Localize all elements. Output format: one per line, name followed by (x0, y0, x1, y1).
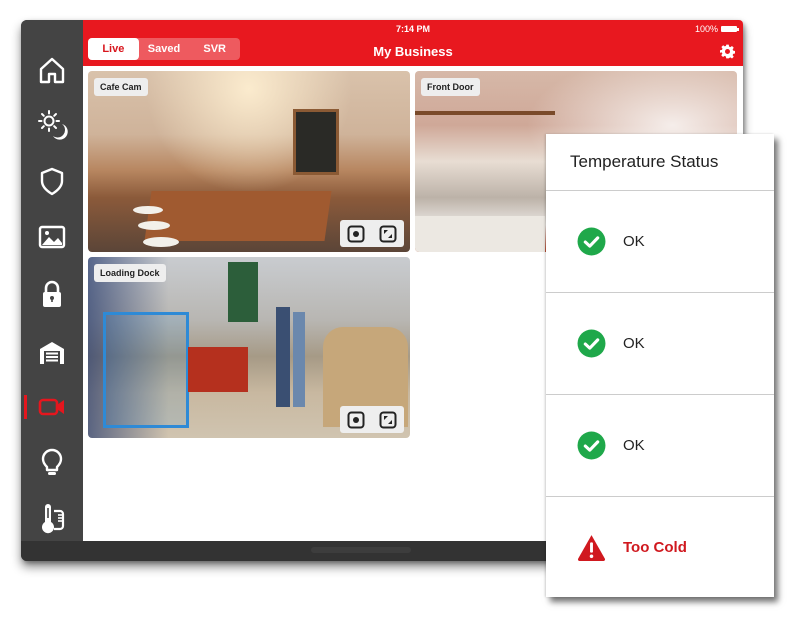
active-indicator (24, 395, 27, 419)
stool (133, 206, 163, 214)
video-camera-icon (38, 398, 64, 416)
garage-icon (40, 342, 64, 364)
lightbulb-icon (41, 448, 63, 475)
home-icon (39, 57, 65, 84)
gear-icon[interactable] (720, 44, 735, 59)
fullscreen-icon[interactable] (379, 411, 397, 429)
sidebar (21, 20, 83, 541)
sidebar-item-locks[interactable] (21, 272, 83, 316)
status-text: OK (623, 437, 645, 454)
sidebar-item-lights[interactable] (21, 441, 83, 485)
camera-label: Loading Dock (94, 264, 166, 282)
camera-controls (340, 406, 404, 433)
camera-tile-loading-dock[interactable]: Loading Dock (88, 257, 410, 438)
home-indicator (311, 547, 411, 553)
counter (415, 216, 545, 252)
fullscreen-icon[interactable] (379, 225, 397, 243)
snapshot-icon[interactable] (347, 225, 365, 243)
status-row-alert[interactable]: Too Cold (546, 496, 774, 597)
door (228, 262, 258, 322)
battery-percent: 100% (694, 24, 718, 34)
status-text: OK (623, 335, 645, 352)
sidebar-item-video[interactable] (21, 385, 83, 429)
lock-icon (43, 280, 61, 307)
status-row[interactable]: OK (546, 190, 774, 292)
snapshot-icon[interactable] (347, 411, 365, 429)
camera-tile-cafe-cam[interactable]: Cafe Cam (88, 71, 410, 252)
shelf (415, 111, 555, 115)
status-text: Too Cold (623, 538, 687, 556)
thermometer-icon (42, 504, 65, 534)
counter (144, 191, 332, 241)
status-row[interactable]: OK (546, 394, 774, 496)
panel-title: Temperature Status (570, 152, 719, 171)
shield-icon (40, 167, 64, 196)
barrels (188, 347, 248, 392)
app-header: 7:14 PM 100% Live Saved SVR My Business (83, 20, 743, 66)
status-time: 7:14 PM (395, 24, 430, 34)
camera-label: Cafe Cam (94, 78, 148, 96)
temperature-status-panel: Temperature Status OK OK OK Too Cold (546, 134, 774, 597)
status-row[interactable]: OK (546, 292, 774, 394)
sun-moon-icon (38, 110, 68, 140)
sidebar-item-thermostat[interactable] (21, 497, 83, 541)
cage-cart (103, 312, 189, 428)
battery-status: 100% (694, 24, 739, 34)
person (293, 312, 305, 407)
status-text: OK (623, 233, 645, 250)
person (276, 307, 290, 407)
sidebar-item-security[interactable] (21, 159, 83, 203)
battery-icon (721, 26, 739, 32)
sidebar-item-images[interactable] (21, 215, 83, 259)
image-icon (38, 225, 66, 249)
sidebar-item-scenes[interactable] (21, 103, 83, 147)
stool (138, 221, 170, 230)
camera-controls (340, 220, 404, 247)
camera-label: Front Door (421, 78, 480, 96)
warning-triangle-icon (577, 534, 606, 561)
check-circle-icon (577, 329, 606, 358)
stool (143, 237, 179, 247)
menu-board (293, 109, 339, 175)
sidebar-item-garage[interactable] (21, 330, 83, 374)
check-circle-icon (577, 431, 606, 460)
page-title: My Business (373, 44, 453, 59)
sidebar-item-home[interactable] (21, 48, 83, 92)
check-circle-icon (577, 227, 606, 256)
